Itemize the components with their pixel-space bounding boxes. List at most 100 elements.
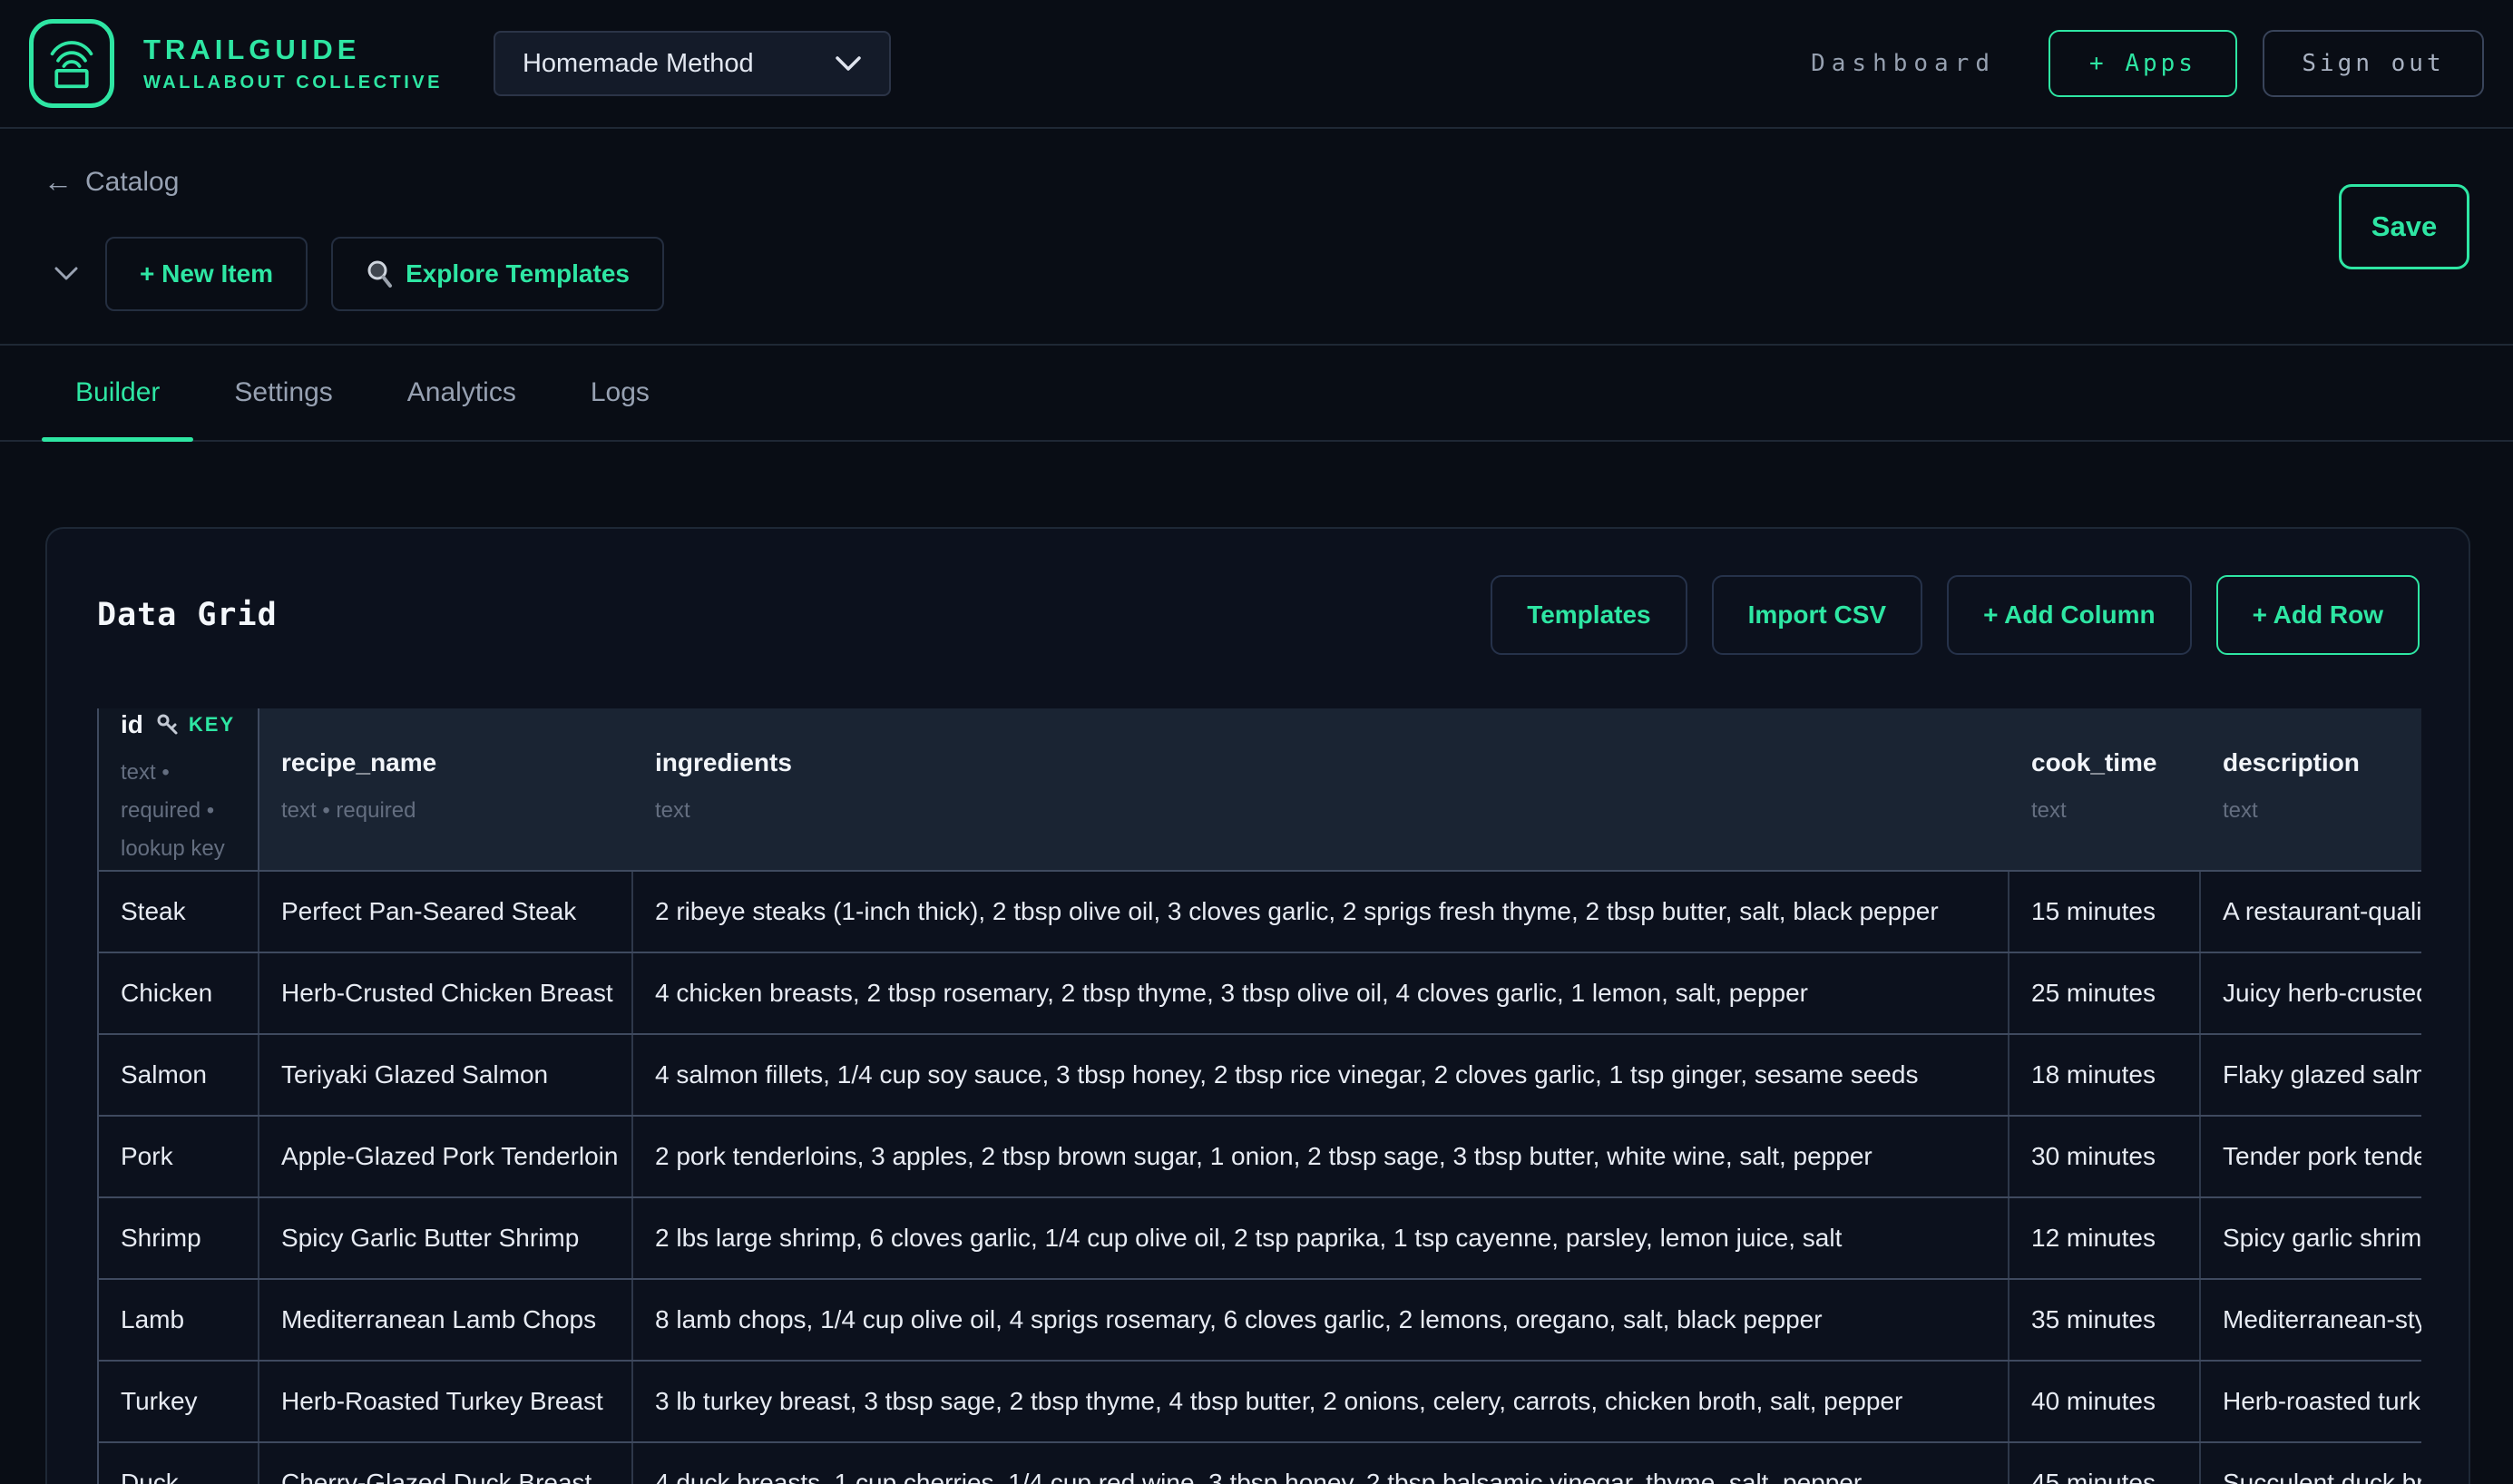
tab-bar: BuilderSettingsAnalyticsLogs [0, 346, 2513, 442]
cell-ingredients[interactable]: 8 lamb chops, 1/4 cup olive oil, 4 sprig… [633, 1280, 2009, 1360]
cell-cook_time[interactable]: 40 minutes [2009, 1362, 2201, 1441]
cell-id[interactable]: Turkey [99, 1362, 259, 1441]
cell-ingredients[interactable]: 4 duck breasts, 1 cup cherries, 1/4 cup … [633, 1443, 2009, 1484]
column-name: description [2223, 748, 2421, 777]
grid-actions: Templates Import CSV + Add Column + Add Row [1466, 575, 2420, 655]
chevron-down-icon [835, 55, 862, 72]
cell-ingredients[interactable]: 4 chicken breasts, 2 tbsp rosemary, 2 tb… [633, 953, 2009, 1033]
column-header-description[interactable]: description text [2201, 708, 2421, 870]
cell-id[interactable]: Lamb [99, 1280, 259, 1360]
column-meta: text • required [281, 792, 633, 830]
new-item-button[interactable]: + New Item [105, 237, 308, 311]
column-meta: text • required • lookup key [121, 754, 245, 868]
cell-id[interactable]: Shrimp [99, 1198, 259, 1278]
column-meta: text [2031, 792, 2201, 830]
templates-button[interactable]: Templates [1491, 575, 1687, 655]
add-row-button[interactable]: + Add Row [2216, 575, 2420, 655]
cell-description[interactable]: Succulent duck breast [2201, 1443, 2421, 1484]
back-arrow-icon: ← [44, 165, 73, 199]
cell-ingredients[interactable]: 4 salmon fillets, 1/4 cup soy sauce, 3 t… [633, 1035, 2009, 1115]
cell-ingredients[interactable]: 2 lbs large shrimp, 6 cloves garlic, 1/4… [633, 1198, 2009, 1278]
table-row: DuckCherry-Glazed Duck Breast4 duck brea… [99, 1443, 2421, 1484]
cell-description[interactable]: A restaurant-quality steak [2201, 872, 2421, 952]
top-nav: TRAILGUIDE WALLABOUT COLLECTIVE Homemade… [0, 0, 2513, 129]
key-badge: KEY [189, 713, 235, 737]
table-row: LambMediterranean Lamb Chops8 lamb chops… [99, 1280, 2421, 1362]
save-button[interactable]: Save [2339, 184, 2469, 269]
table-row: ChickenHerb-Crusted Chicken Breast4 chic… [99, 953, 2421, 1035]
cell-recipe_name[interactable]: Cherry-Glazed Duck Breast [259, 1443, 633, 1484]
cell-id[interactable]: Duck [99, 1443, 259, 1484]
cell-cook_time[interactable]: 45 minutes [2009, 1443, 2201, 1484]
data-grid-title: Data Grid [97, 597, 278, 633]
table-row: ShrimpSpicy Garlic Butter Shrimp2 lbs la… [99, 1198, 2421, 1280]
cell-recipe_name[interactable]: Herb-Crusted Chicken Breast [259, 953, 633, 1033]
cell-description[interactable]: Mediterranean-style lamb [2201, 1280, 2421, 1360]
cell-description[interactable]: Spicy garlic shrimp [2201, 1198, 2421, 1278]
cell-cook_time[interactable]: 25 minutes [2009, 953, 2201, 1033]
table-header-row: id KEY text • required • lookup keyrecipe_… [97, 708, 2421, 872]
brand-text: TRAILGUIDE WALLABOUT COLLECTIVE [143, 34, 443, 93]
column-name: id [121, 710, 143, 739]
cell-description[interactable]: Tender pork tenderloin [2201, 1117, 2421, 1196]
key-icon [156, 713, 180, 737]
main-content: Data Grid Templates Import CSV + Add Colum… [0, 442, 2513, 1484]
project-selector-value: Homemade Method [523, 49, 754, 79]
cell-cook_time[interactable]: 30 minutes [2009, 1117, 2201, 1196]
column-meta: text [2223, 792, 2421, 830]
column-header-recipe_name[interactable]: recipe_nametext • required [259, 708, 633, 870]
collapse-caret-toggle[interactable] [54, 267, 78, 281]
toolbar: ← Catalog + New Item Explore Templates S… [0, 129, 2513, 346]
tab-analytics[interactable]: Analytics [374, 346, 550, 440]
add-column-button[interactable]: + Add Column [1947, 575, 2192, 655]
cell-ingredients[interactable]: 2 ribeye steaks (1-inch thick), 2 tbsp o… [633, 872, 2009, 952]
tab-builder[interactable]: Builder [42, 346, 193, 440]
table-body: SteakPerfect Pan-Seared Steak2 ribeye st… [97, 872, 2421, 1484]
column-meta: text [655, 792, 2009, 830]
column-header-ingredients[interactable]: ingredients text [633, 708, 2009, 870]
column-name: ingredients [655, 748, 2009, 777]
cell-id[interactable]: Salmon [99, 1035, 259, 1115]
cell-recipe_name[interactable]: Herb-Roasted Turkey Breast [259, 1362, 633, 1441]
cell-recipe_name[interactable]: Teriyaki Glazed Salmon [259, 1035, 633, 1115]
table-row: SteakPerfect Pan-Seared Steak2 ribeye st… [99, 872, 2421, 953]
cell-ingredients[interactable]: 2 pork tenderloins, 3 apples, 2 tbsp bro… [633, 1117, 2009, 1196]
column-name: cook_time [2031, 748, 2201, 777]
cell-description[interactable]: Flaky glazed salmon [2201, 1035, 2421, 1115]
cell-recipe_name[interactable]: Apple-Glazed Pork Tenderloin [259, 1117, 633, 1196]
cell-id[interactable]: Steak [99, 872, 259, 952]
import-csv-button[interactable]: Import CSV [1712, 575, 1922, 655]
table-row: PorkApple-Glazed Pork Tenderloin2 pork t… [99, 1117, 2421, 1198]
explore-templates-button[interactable]: Explore Templates [331, 237, 664, 311]
cell-description[interactable]: Juicy herb-crusted chicken [2201, 953, 2421, 1033]
column-header-id[interactable]: id KEY text • required • lookup key [99, 708, 259, 870]
cell-recipe_name[interactable]: Perfect Pan-Seared Steak [259, 872, 633, 952]
cell-cook_time[interactable]: 18 minutes [2009, 1035, 2201, 1115]
toolbar-row: + New Item Explore Templates [44, 237, 2470, 311]
cell-id[interactable]: Chicken [99, 953, 259, 1033]
data-grid-header: Data Grid Templates Import CSV + Add Colum… [97, 574, 2420, 656]
cell-description[interactable]: Herb-roasted turkey [2201, 1362, 2421, 1441]
back-to-catalog-link[interactable]: ← Catalog [44, 165, 179, 199]
magnifier-icon [366, 259, 393, 288]
signout-button[interactable]: Sign out [2263, 30, 2484, 97]
project-selector-dropdown[interactable]: Homemade Method [494, 31, 891, 96]
tab-settings[interactable]: Settings [200, 346, 366, 440]
column-header-cook_time[interactable]: cook_timetext [2009, 708, 2201, 870]
cell-id[interactable]: Pork [99, 1117, 259, 1196]
apps-button[interactable]: + Apps [2049, 30, 2237, 97]
brand-logo [29, 19, 114, 108]
table-row: TurkeyHerb-Roasted Turkey Breast3 lb tur… [99, 1362, 2421, 1443]
cell-recipe_name[interactable]: Spicy Garlic Butter Shrimp [259, 1198, 633, 1278]
tab-logs[interactable]: Logs [557, 346, 683, 440]
data-grid-table: id KEY text • required • lookup keyrecipe_… [97, 708, 2421, 1484]
explore-templates-label: Explore Templates [406, 259, 630, 288]
nav-link-dashboard[interactable]: Dashboard [1811, 50, 1996, 77]
chevron-down-icon [54, 267, 78, 281]
cell-recipe_name[interactable]: Mediterranean Lamb Chops [259, 1280, 633, 1360]
cell-cook_time[interactable]: 15 minutes [2009, 872, 2201, 952]
cell-cook_time[interactable]: 35 minutes [2009, 1280, 2201, 1360]
cell-cook_time[interactable]: 12 minutes [2009, 1198, 2201, 1278]
table-row: SalmonTeriyaki Glazed Salmon4 salmon fil… [99, 1035, 2421, 1117]
cell-ingredients[interactable]: 3 lb turkey breast, 3 tbsp sage, 2 tbsp … [633, 1362, 2009, 1441]
